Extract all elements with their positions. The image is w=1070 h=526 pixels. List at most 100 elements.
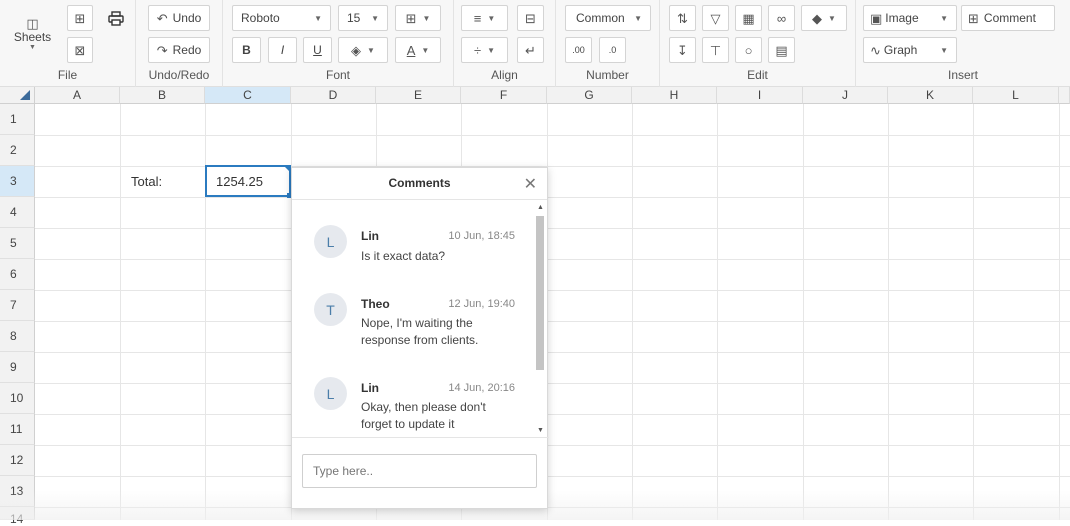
insert-comment-button[interactable]: ⊞ Comment	[961, 5, 1055, 31]
underline-button[interactable]: U	[303, 37, 332, 63]
number-format-value: Common	[576, 11, 625, 25]
horizontal-align-button[interactable]: ≡ ▼	[461, 5, 508, 31]
row-header[interactable]: 9	[0, 352, 35, 383]
column-header[interactable]: F	[461, 87, 547, 104]
column-header[interactable]: L	[973, 87, 1059, 104]
cell-b3[interactable]: Total:	[131, 174, 162, 189]
validation-button[interactable]: ▦	[735, 5, 762, 31]
row-header[interactable]: 14	[0, 507, 35, 526]
row-header[interactable]: 5	[0, 228, 35, 259]
column-header[interactable]: K	[888, 87, 973, 104]
grid-line	[35, 228, 1070, 229]
align-group: ≡ ▼ ⊟ ÷ ▼ ↵ Align	[454, 0, 556, 87]
row-header[interactable]: 7	[0, 290, 35, 321]
cell-c3-value: 1254.25	[216, 173, 263, 189]
row-header[interactable]: 13	[0, 476, 35, 507]
row-header[interactable]: 11	[0, 414, 35, 445]
insert-image-label: Image	[885, 11, 919, 25]
grid-line	[35, 135, 1070, 136]
comments-list[interactable]: L Lin 10 Jun, 18:45 Is it exact data? T …	[292, 201, 549, 437]
column-header[interactable]: A	[35, 87, 120, 104]
undo-redo-group-label: Undo/Redo	[148, 68, 210, 82]
font-size-select[interactable]: 15 ▼	[338, 5, 388, 31]
column-header[interactable]: E	[376, 87, 461, 104]
export-button[interactable]: ⊠	[67, 37, 93, 63]
redo-button[interactable]: ↷ Redo	[148, 37, 210, 63]
chevron-down-icon: ▼	[422, 13, 431, 23]
sheets-button[interactable]: ◫ Sheets ▼	[5, 5, 60, 63]
comment-text: Nope, I'm waiting the response from clie…	[361, 316, 479, 347]
insert-graph-button[interactable]: ∿ Graph ▼	[863, 37, 957, 63]
row-header[interactable]: 8	[0, 321, 35, 352]
import-button[interactable]: ⊞	[67, 5, 93, 31]
import-icon: ⊞	[74, 10, 86, 26]
lock-button[interactable]: ○	[735, 37, 762, 63]
link-icon: ∞	[776, 10, 787, 26]
wrap-text-button[interactable]: ↵	[517, 37, 544, 63]
edit-group-label: Edit	[747, 68, 768, 82]
grid-line	[35, 414, 1070, 415]
row-header-selected[interactable]: 3	[0, 166, 35, 197]
font-family-select[interactable]: Roboto ▼	[232, 5, 331, 31]
text-color-button[interactable]: A ▼	[395, 37, 441, 63]
grid-line	[35, 445, 1070, 446]
column-header[interactable]: G	[547, 87, 632, 104]
scroll-up-icon[interactable]: ▲	[537, 204, 544, 211]
vertical-align-button[interactable]: ÷ ▼	[461, 37, 508, 63]
insert-group: ▣ Image ▼ ⊞ Comment ∿ Graph ▼ Insert	[856, 0, 1070, 87]
font-family-value: Roboto	[241, 11, 280, 25]
row-header[interactable]: 10	[0, 383, 35, 414]
column-header-selected[interactable]: C	[205, 87, 291, 104]
italic-button[interactable]: I	[268, 37, 297, 63]
select-all-corner[interactable]	[0, 87, 35, 104]
chevron-down-icon: ▼	[29, 44, 36, 51]
wrap-text-icon: ↵	[525, 42, 536, 58]
link-button[interactable]: ∞	[768, 5, 795, 31]
merge-cells-button[interactable]: ⊟	[517, 5, 544, 31]
redo-icon: ↷	[156, 42, 168, 58]
row-header[interactable]: 6	[0, 259, 35, 290]
undo-redo-group: ↶ Undo ↷ Redo Undo/Redo	[136, 0, 223, 87]
graph-icon: ∿	[870, 42, 881, 58]
grid-line	[35, 166, 1070, 167]
increase-decimal-button[interactable]: .00	[565, 37, 592, 63]
borders-button[interactable]: ⊞ ▼	[395, 5, 441, 31]
filter-button[interactable]: ▽	[702, 5, 729, 31]
comment-time: 10 Jun, 18:45	[448, 230, 515, 242]
scroll-down-icon[interactable]: ▼	[537, 427, 544, 434]
insert-image-button[interactable]: ▣ Image ▼	[863, 5, 957, 31]
comments-panel-title: Comments	[388, 176, 451, 190]
number-group: Common ▼ .00 .0 Number	[556, 0, 660, 87]
row-header[interactable]: 2	[0, 135, 35, 166]
sort-button[interactable]: ⇅	[669, 5, 696, 31]
close-icon[interactable]: ✕	[524, 174, 537, 194]
column-header[interactable]: H	[632, 87, 717, 104]
freeze-button[interactable]: ⊤	[702, 37, 729, 63]
decrease-decimal-button[interactable]: .0	[599, 37, 626, 63]
number-group-label: Number	[586, 68, 629, 82]
row-header[interactable]: 1	[0, 104, 35, 135]
sort-icon: ⇅	[677, 10, 688, 26]
row-header[interactable]: 12	[0, 445, 35, 476]
bold-button[interactable]: B	[232, 37, 261, 63]
number-format-select[interactable]: Common ▼	[565, 5, 651, 31]
comments-scrollbar[interactable]: ▲ ▼	[534, 202, 547, 436]
row-header[interactable]: 4	[0, 197, 35, 228]
column-header[interactable]: D	[291, 87, 376, 104]
column-header[interactable]: J	[803, 87, 888, 104]
fill-color-button[interactable]: ◈ ▼	[338, 37, 388, 63]
format-cells-button[interactable]: ▤	[768, 37, 795, 63]
column-header[interactable]: B	[120, 87, 205, 104]
scrollbar-thumb[interactable]	[536, 216, 544, 370]
comment-input[interactable]	[302, 454, 537, 488]
avatar: L	[314, 377, 347, 410]
column-header[interactable]	[1059, 87, 1070, 104]
print-button[interactable]	[102, 5, 130, 31]
active-cell-c3[interactable]: 1254.25	[205, 165, 292, 198]
sort-descending-button[interactable]: ↧	[669, 37, 696, 63]
undo-button[interactable]: ↶ Undo	[148, 5, 210, 31]
clear-button[interactable]: ◆ ▼	[801, 5, 847, 31]
fill-bucket-icon: ◈	[351, 42, 362, 58]
column-header[interactable]: I	[717, 87, 803, 104]
increase-decimal-icon: .00	[572, 45, 585, 55]
